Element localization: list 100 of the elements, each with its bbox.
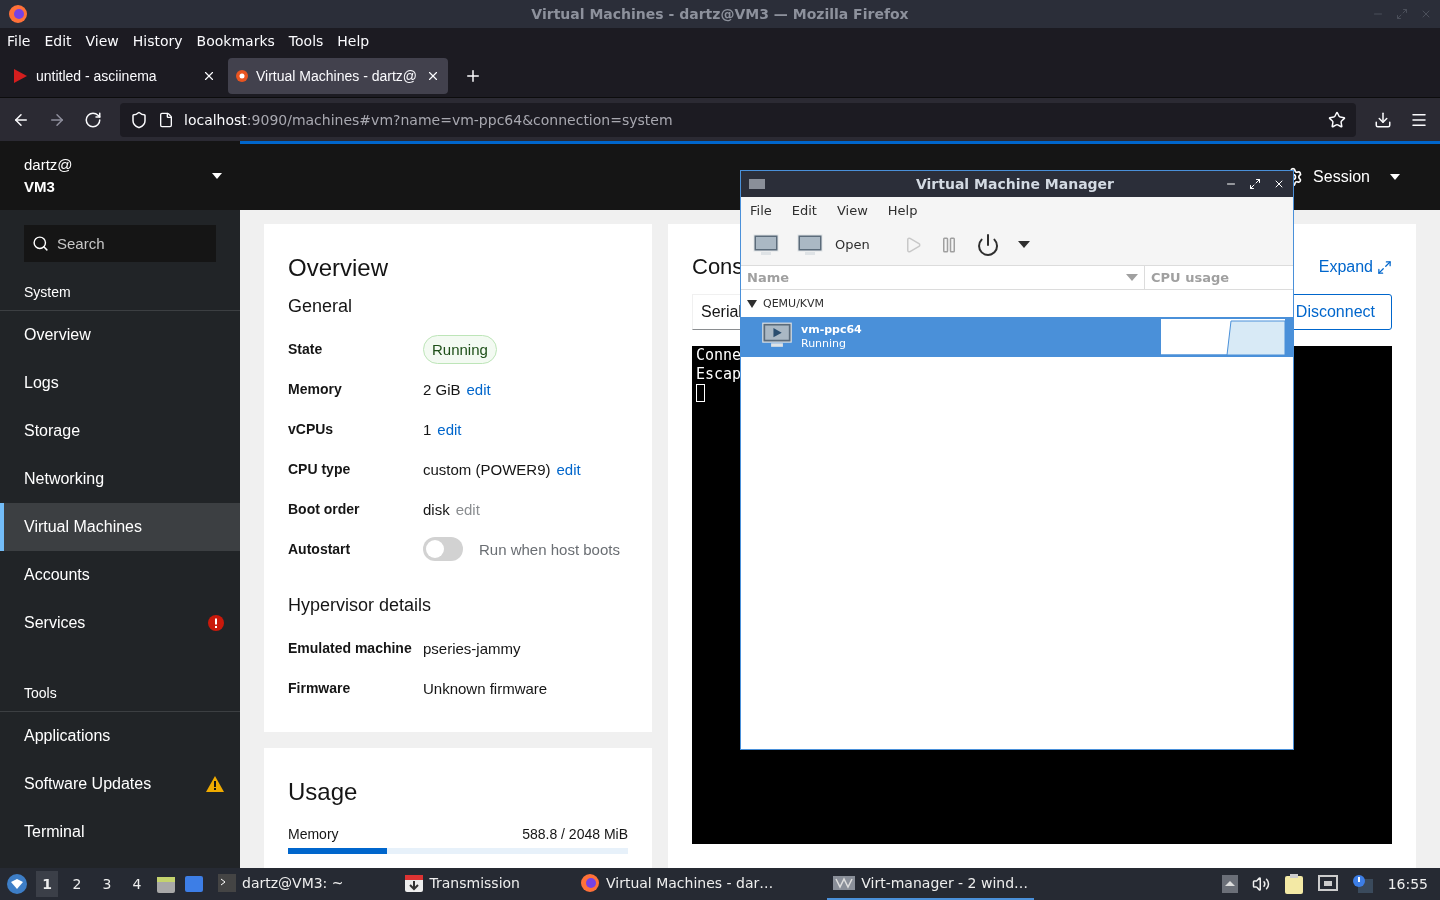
notification-icon[interactable] [1351, 874, 1374, 894]
vm-status: Running [801, 337, 848, 351]
browser-tab[interactable]: untitled - asciinema [4, 57, 224, 94]
edit-link[interactable]: edit [437, 420, 462, 438]
address-field[interactable]: localhost:9090/machines#vm?name=vm-ppc64&connection=system [120, 102, 1356, 137]
window-title: Virtual Machine Manager [914, 176, 1116, 192]
terminal-line: Conne [696, 346, 743, 365]
download-icon[interactable] [1374, 110, 1392, 129]
field-label: State [288, 341, 324, 357]
window-icon[interactable] [184, 875, 204, 893]
field-value: 2 GiB [423, 380, 461, 398]
menu-item[interactable]: Bookmarks [196, 33, 275, 49]
usage-reading: 588.8 / 2048 MiB [522, 826, 628, 842]
field-label: Autostart [288, 541, 352, 557]
expand-link[interactable]: Expand [1318, 258, 1392, 276]
download-box-icon [403, 873, 424, 893]
field-value: disk [423, 500, 450, 518]
sort-icon [1126, 274, 1138, 281]
field-value: pseries-jammy [423, 639, 521, 657]
menu-item[interactable]: Edit [791, 203, 817, 218]
menu-item[interactable]: File [7, 33, 31, 49]
status-badge: Running [423, 334, 497, 364]
caret-icon [1390, 174, 1400, 180]
field-label: Emulated machine [288, 640, 413, 656]
expand-icon [1377, 259, 1392, 275]
workspace-button[interactable]: 1 [36, 871, 58, 897]
folder-icon[interactable] [156, 874, 176, 894]
field-label: Boot order [288, 501, 361, 517]
power-icon[interactable] [975, 232, 1000, 257]
bookmark-icon[interactable] [1328, 110, 1346, 129]
field-value: 1 [423, 420, 432, 438]
vm-name: vm-ppc64 [801, 323, 863, 337]
nav-item[interactable]: Storage [0, 407, 240, 455]
close-icon[interactable] [1273, 178, 1285, 190]
edit-link[interactable]: edit [556, 460, 581, 478]
menu-item[interactable]: File [750, 203, 772, 218]
search-icon [32, 235, 49, 252]
menu-item[interactable]: Help [887, 203, 918, 218]
browser-icon [580, 873, 600, 893]
field-label: CPU type [288, 461, 352, 477]
field-label: Firmware [288, 680, 352, 696]
start-icon[interactable] [6, 873, 28, 895]
clipboard-icon[interactable] [1283, 873, 1304, 895]
firefox-logo [8, 4, 28, 24]
menu-item[interactable]: Help [337, 33, 370, 49]
menu-item[interactable]: View [85, 33, 119, 49]
section-title: General [288, 296, 354, 317]
nav-item[interactable]: Virtual Machines [0, 503, 240, 551]
volume-icon[interactable] [1251, 875, 1270, 893]
terminal-icon [218, 874, 236, 892]
nav-item[interactable]: Logs [0, 359, 240, 407]
search-field[interactable]: Search [24, 225, 216, 262]
cursor [696, 384, 705, 402]
play-icon [12, 67, 28, 84]
caret-icon [212, 172, 222, 179]
reload-icon[interactable] [84, 110, 102, 129]
nav-item[interactable]: Software Updates [0, 760, 240, 808]
menu-item[interactable]: Edit [44, 33, 72, 49]
maximize-icon[interactable] [1249, 178, 1261, 190]
card-title: Usage [288, 778, 359, 806]
clock: 16:55 [1387, 876, 1428, 892]
menu-item[interactable]: Tools [288, 33, 324, 49]
menu-item[interactable]: View [836, 203, 868, 218]
edit-link: edit [455, 500, 480, 518]
page-icon [158, 111, 174, 128]
shield-icon [130, 110, 148, 129]
taskbar-task[interactable]: Virt-manager - 2 wind… [827, 868, 1035, 900]
caret-icon[interactable] [1017, 241, 1030, 248]
toggle-switch[interactable] [423, 537, 463, 561]
nav-item[interactable]: Accounts [0, 551, 240, 599]
terminal-line: Escap [696, 365, 743, 384]
field-value: Unknown firmware [423, 679, 548, 697]
taskbar-task[interactable]: Transmission [397, 868, 526, 900]
host-switcher[interactable]: dartz@ VM3 [0, 141, 240, 210]
nav-item[interactable]: Services [0, 599, 240, 647]
window-title: Virtual Machines - dartz@VM3 — Mozilla Firefox [530, 6, 910, 22]
nav-item[interactable]: Overview [0, 311, 240, 359]
usage-label: Memory [288, 826, 339, 842]
taskbar-task[interactable]: dartz@VM3: ~ [212, 868, 350, 900]
switch-label: Run when host boots [479, 540, 620, 558]
nav-item[interactable]: Applications [0, 712, 240, 760]
nav-item[interactable]: Networking [0, 455, 240, 503]
menu-item[interactable]: History [132, 33, 183, 49]
workspace-button[interactable]: 4 [126, 871, 148, 897]
field-label: vCPUs [288, 421, 335, 437]
taskbar-task[interactable]: Virtual Machines - dar… [574, 868, 780, 900]
open-button[interactable]: Open [797, 233, 870, 256]
card-title: Overview [288, 254, 390, 282]
new-vm-icon [753, 233, 779, 256]
edit-link[interactable]: edit [466, 380, 491, 398]
field-value: custom (POWER9) [423, 460, 551, 478]
section-title: Hypervisor details [288, 595, 433, 616]
network-icon[interactable] [1317, 875, 1338, 893]
monitor-icon [797, 233, 823, 256]
workspace-button[interactable]: 2 [66, 871, 88, 897]
vm-icon [761, 322, 793, 348]
browser-tab[interactable]: Virtual Machines - dartz@ [228, 57, 448, 94]
nav-item[interactable]: Terminal [0, 808, 240, 856]
workspace-button[interactable]: 3 [96, 871, 118, 897]
expander-icon [747, 299, 757, 308]
